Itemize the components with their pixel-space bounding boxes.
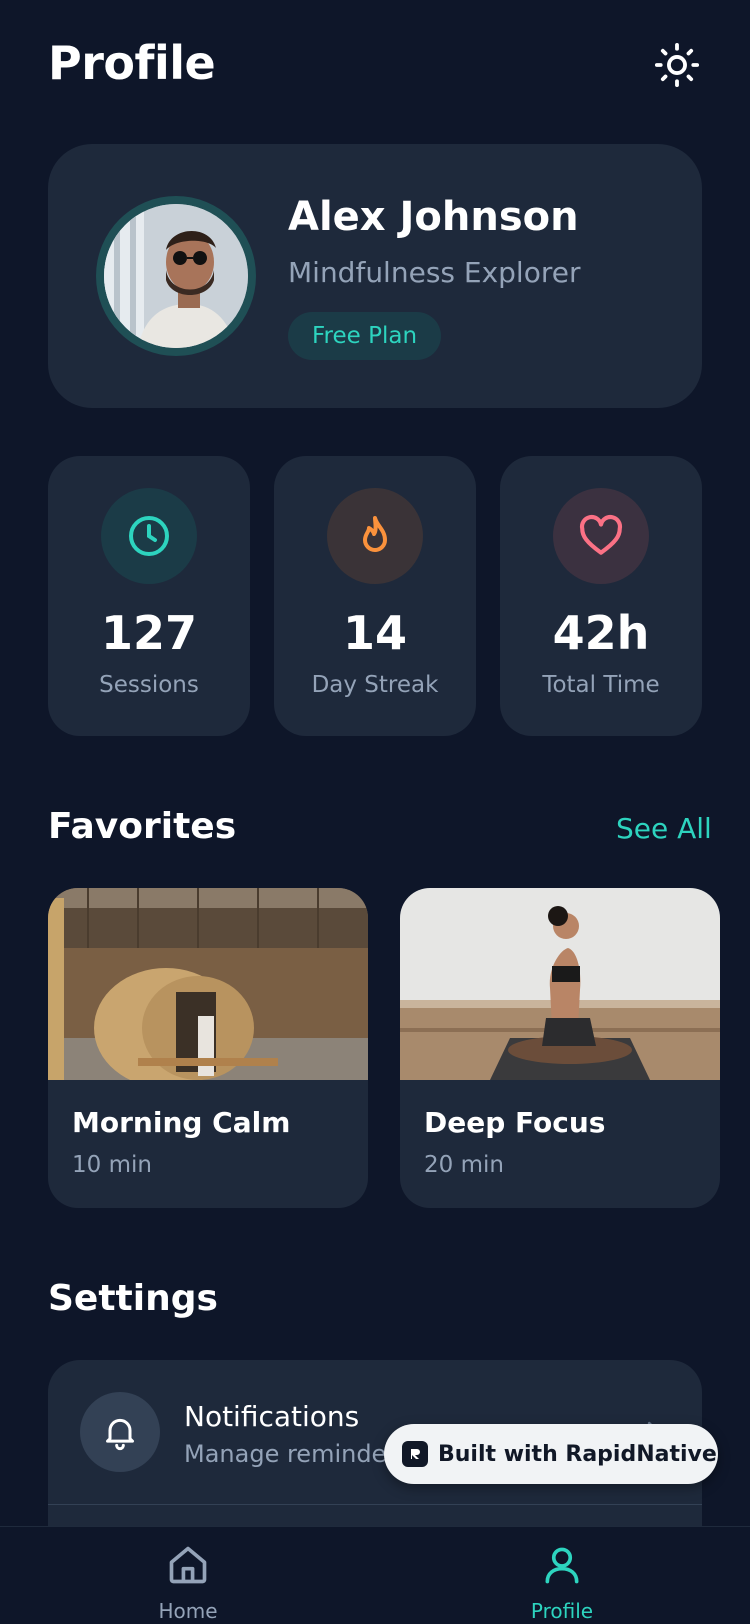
- stat-icon-circle: [327, 488, 423, 584]
- divider: [48, 1504, 702, 1505]
- favorite-title: Morning Calm: [72, 1106, 291, 1139]
- stat-card-total-time: 42h Total Time: [500, 456, 702, 736]
- page-title: Profile: [48, 36, 216, 90]
- user-icon: [545, 1547, 579, 1584]
- tab-label: Home: [158, 1599, 218, 1623]
- plan-badge[interactable]: Free Plan: [288, 312, 442, 360]
- favorites-title: Favorites: [48, 806, 237, 847]
- bell-icon: [106, 1418, 134, 1451]
- stat-label: Sessions: [99, 672, 199, 698]
- tab-home[interactable]: Home: [88, 1527, 288, 1624]
- favorite-duration: 20 min: [424, 1152, 504, 1178]
- favorite-image: [400, 888, 720, 1080]
- avatar-photo: [104, 204, 248, 348]
- favorite-duration: 10 min: [72, 1152, 152, 1178]
- favorite-card-deep-focus[interactable]: Deep Focus 20 min: [400, 888, 720, 1208]
- stat-value: 14: [342, 606, 407, 660]
- stat-icon-circle: [101, 488, 197, 584]
- avatar[interactable]: [96, 196, 256, 356]
- profile-screen: Profile Alex Johnson Mindfulness Explore…: [0, 0, 750, 1624]
- sun-icon: [654, 42, 700, 88]
- home-icon: [169, 1546, 207, 1584]
- stat-value: 42h: [552, 606, 650, 660]
- profile-card: Alex Johnson Mindfulness Explorer Free P…: [48, 144, 702, 408]
- yoga-photo: [400, 888, 720, 1080]
- clock-icon: [129, 516, 169, 556]
- profile-subtitle: Mindfulness Explorer: [288, 256, 581, 289]
- bottom-tab-bar: Home Profile: [0, 1526, 750, 1624]
- see-all-link[interactable]: See All: [616, 812, 712, 845]
- sauna-photo: [48, 888, 368, 1080]
- tab-profile[interactable]: Profile: [462, 1527, 662, 1624]
- tab-label: Profile: [530, 1599, 594, 1623]
- stat-card-streak: 14 Day Streak: [274, 456, 476, 736]
- favorite-image: [48, 888, 368, 1080]
- flame-icon: [363, 516, 387, 552]
- heart-icon: [579, 514, 623, 555]
- stat-label: Day Streak: [311, 672, 439, 698]
- theme-toggle-button[interactable]: [652, 40, 702, 90]
- person-photo: [104, 204, 248, 348]
- setting-title: Notifications: [184, 1400, 360, 1433]
- stat-card-sessions: 127 Sessions: [48, 456, 250, 736]
- profile-name: Alex Johnson: [288, 194, 579, 240]
- setting-icon-circle: [80, 1392, 160, 1472]
- rapidnative-logo-icon: [402, 1441, 428, 1467]
- setting-subtitle: Manage reminders: [184, 1440, 409, 1468]
- badge-text: Built with RapidNative: [438, 1441, 717, 1467]
- built-with-badge[interactable]: Built with RapidNative: [384, 1424, 718, 1484]
- favorite-card-morning-calm[interactable]: Morning Calm 10 min: [48, 888, 368, 1208]
- settings-title: Settings: [48, 1278, 218, 1319]
- stat-label: Total Time: [542, 672, 660, 698]
- stat-value: 127: [100, 606, 198, 660]
- favorite-title: Deep Focus: [424, 1106, 606, 1139]
- stat-icon-circle: [553, 488, 649, 584]
